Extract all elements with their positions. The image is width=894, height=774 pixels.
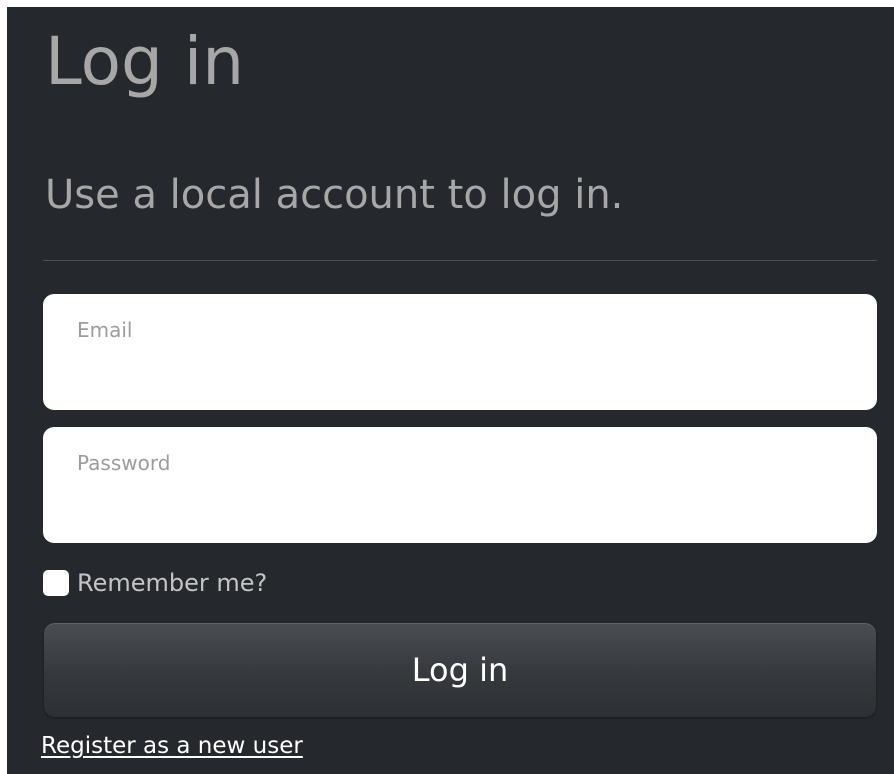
page-title: Log in [45,23,245,100]
password-field-label: Password [77,451,171,475]
email-input[interactable] [75,356,849,392]
email-field-label: Email [77,318,133,342]
register-link[interactable]: Register as a new user [41,733,303,759]
password-field[interactable]: Password [43,427,877,543]
remember-me-checkbox[interactable] [43,570,69,596]
password-input[interactable] [75,489,849,525]
remember-me-label: Remember me? [77,569,268,597]
remember-me-row[interactable]: Remember me? [43,567,267,599]
login-button-label: Log in [411,651,509,689]
email-field[interactable]: Email [43,294,877,410]
login-button[interactable]: Log in [44,623,876,717]
page-subtitle: Use a local account to log in. [45,172,624,218]
login-panel: Log in Use a local account to log in. Em… [7,7,894,774]
section-divider [43,260,877,261]
